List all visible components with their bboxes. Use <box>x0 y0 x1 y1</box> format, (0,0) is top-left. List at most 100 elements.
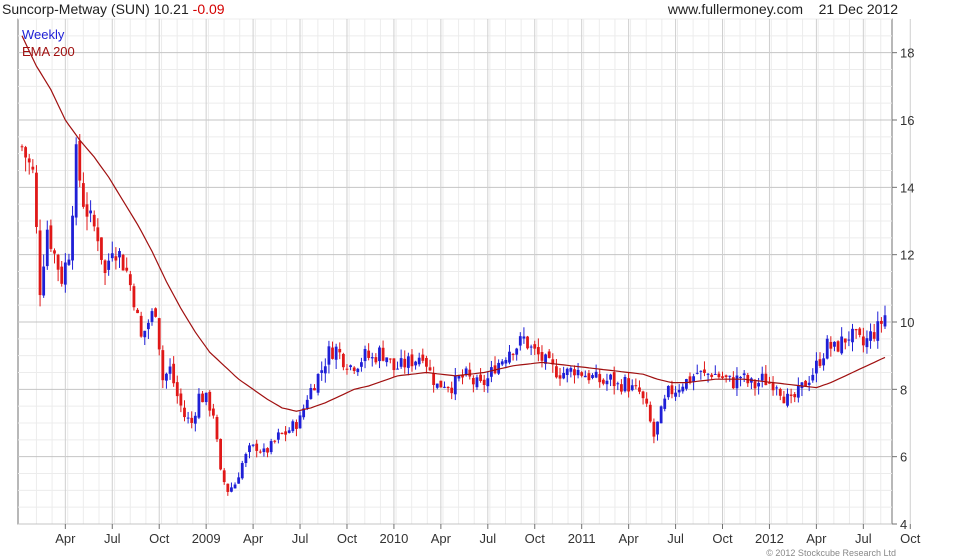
candle-down <box>482 379 486 385</box>
candle-down <box>439 380 443 388</box>
x-tick-label: 2012 <box>755 531 784 546</box>
candle-up <box>522 336 526 339</box>
candle-down <box>208 391 212 411</box>
candle-down <box>403 358 407 368</box>
candle-down <box>638 387 641 392</box>
candle-up <box>356 368 360 373</box>
candle-down <box>670 385 674 395</box>
candle-up <box>883 315 887 327</box>
candle-up <box>757 382 761 387</box>
x-tick-label: 2011 <box>568 531 596 546</box>
candle-up <box>269 441 273 453</box>
candle-up <box>807 382 811 385</box>
candle-up <box>833 341 836 347</box>
candle-up <box>685 379 688 389</box>
candle-down <box>793 394 797 398</box>
candle-down <box>450 387 454 394</box>
candle-up <box>515 348 519 355</box>
candle-down <box>35 172 38 227</box>
candle-down <box>226 483 230 492</box>
candle-up <box>865 338 869 348</box>
candle-up <box>583 375 587 378</box>
candle-down <box>172 363 176 384</box>
candle-down <box>652 421 656 437</box>
candle-down <box>511 353 515 355</box>
candle-down <box>374 357 378 363</box>
candle-up <box>443 386 446 388</box>
candle-down <box>872 332 876 339</box>
candle-down <box>410 354 414 367</box>
candle-up <box>399 358 403 367</box>
candle-up <box>276 432 280 440</box>
candle-up <box>475 377 479 388</box>
candle-down <box>634 385 638 387</box>
candle-down <box>858 328 862 335</box>
candle-up <box>630 385 634 391</box>
candle-down <box>533 344 537 349</box>
candle-up <box>786 393 789 406</box>
candle-down <box>175 382 179 397</box>
candle-down <box>573 369 576 376</box>
candle-down <box>789 394 793 396</box>
candle-down <box>352 367 356 371</box>
candle-up <box>508 351 511 363</box>
y-tick-label: 16 <box>900 113 914 128</box>
candle-up <box>457 376 461 379</box>
candle-up <box>742 373 746 376</box>
candle-down <box>421 354 425 361</box>
candle-down <box>338 348 342 353</box>
candle-up <box>677 389 681 393</box>
candle-down <box>219 438 222 470</box>
candle-down <box>190 417 194 423</box>
y-tick-label: 10 <box>900 315 914 330</box>
candle-down <box>114 256 118 261</box>
x-tick-label: 2009 <box>192 531 221 546</box>
x-tick-label: Apr <box>806 531 827 546</box>
candle-up <box>287 430 291 433</box>
candle-down <box>78 140 82 181</box>
candle-down <box>85 204 89 217</box>
candle-down <box>446 386 450 389</box>
candle-down <box>598 374 602 383</box>
candle-down <box>266 448 269 453</box>
candle-up <box>360 362 363 367</box>
candle-down <box>179 393 183 406</box>
candle-down <box>612 372 616 387</box>
candle-down <box>273 440 277 442</box>
candle-down <box>20 146 24 148</box>
candle-up <box>565 368 569 376</box>
candle-down <box>100 237 103 260</box>
candle-down <box>536 347 540 355</box>
candle-up <box>237 477 241 484</box>
candle-up <box>594 371 598 378</box>
y-tick-label: 8 <box>900 382 907 397</box>
candle-up <box>775 387 779 389</box>
candle-down <box>60 266 64 284</box>
candle-down <box>764 373 768 386</box>
candle-up <box>363 349 367 362</box>
candle-down <box>56 254 60 270</box>
candle-up <box>118 251 121 258</box>
candle-down <box>555 366 558 378</box>
candle-up <box>735 375 739 389</box>
candle-up <box>623 376 627 392</box>
candle-down <box>125 267 129 271</box>
candle-up <box>822 358 826 366</box>
candle-up <box>609 374 612 380</box>
candle-up <box>327 346 331 365</box>
candle-up <box>504 359 508 364</box>
candle-up <box>370 357 374 359</box>
candle-up <box>840 336 844 354</box>
candle-up <box>562 372 566 379</box>
candle-up <box>518 336 522 346</box>
candlestick-chart: 4 6 8 10 12 14 16 18 Apr Jul Oct 2009 Apr Jul Oct 2010… <box>17 18 921 546</box>
candle-up <box>71 215 74 261</box>
candle-down <box>345 368 349 370</box>
candle-down <box>255 443 259 451</box>
candle-up <box>63 262 67 285</box>
candle-down <box>215 417 219 440</box>
candle-down <box>31 166 35 170</box>
candle-down <box>710 374 714 377</box>
candle-up <box>334 346 338 360</box>
candle-down <box>280 432 284 434</box>
